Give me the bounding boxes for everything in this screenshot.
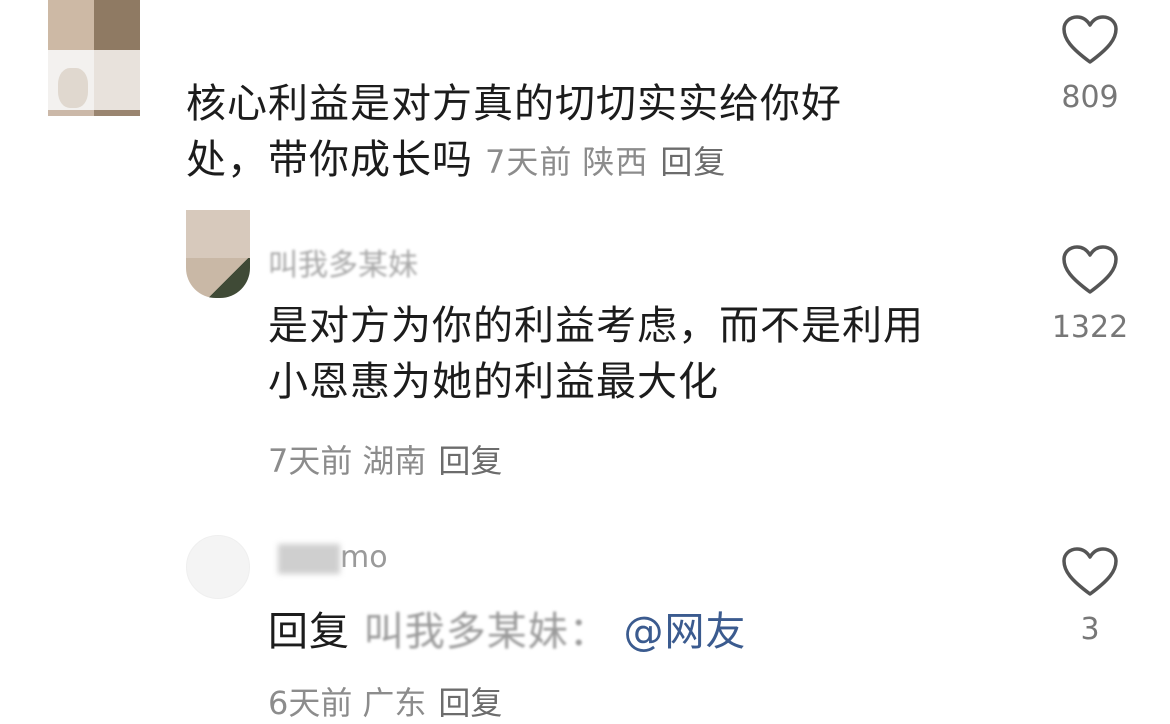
comment-text-line: 是对方为你的利益考虑，而不是利用 <box>268 303 924 349</box>
reply-button[interactable]: 回复 <box>660 143 726 181</box>
comment-location: 湖南 <box>362 442 427 480</box>
comment-text-line: 处，带你成长吗 <box>186 137 473 183</box>
comment-text: 回复 叫我多某妹： @网友 <box>268 604 746 660</box>
comment-location: 陕西 <box>582 143 649 181</box>
heart-icon <box>1062 245 1118 294</box>
avatar[interactable] <box>186 535 250 599</box>
comment-location: 广东 <box>362 684 427 722</box>
avatar[interactable] <box>186 210 250 298</box>
like-count: 809 <box>1061 80 1119 115</box>
mention-link[interactable]: @网友 <box>623 609 746 655</box>
comment-time: 6天前 <box>268 684 353 722</box>
reply-button[interactable]: 回复 <box>438 442 502 480</box>
comment-meta: 7天前 湖南 回复 <box>268 436 502 482</box>
comment-text: 是对方为你的利益考虑，而不是利用 小恩惠为她的利益最大化 <box>268 298 924 410</box>
comment-username[interactable]: mo <box>278 540 388 575</box>
like-button[interactable]: 809 <box>1050 14 1130 115</box>
comment-time: 7天前 <box>485 143 573 181</box>
like-count: 3 <box>1080 612 1100 647</box>
comment-text-line: 核心利益是对方真的切切实实给你好 <box>186 81 842 127</box>
heart-icon <box>1062 15 1118 64</box>
like-button[interactable]: 1322 <box>1050 244 1130 345</box>
comment-username[interactable]: 叫我多某妹 <box>268 240 418 284</box>
comment-username-text: mo <box>340 540 388 575</box>
like-count: 1322 <box>1051 310 1129 345</box>
blurred-name-part <box>278 543 340 574</box>
comment-meta: 6天前 广东 回复 <box>268 678 502 724</box>
comment-time: 7天前 <box>268 442 353 480</box>
reply-button[interactable]: 回复 <box>438 684 502 722</box>
heart-icon <box>1062 547 1118 596</box>
reply-target-name[interactable]: 叫我多某妹： <box>364 609 610 655</box>
comment-meta: 7天前 陕西 回复 <box>485 143 726 181</box>
comment-text-line: 小恩惠为她的利益最大化 <box>268 359 719 405</box>
comment-text: 核心利益是对方真的切切实实给你好 处，带你成长吗 7天前 陕西 回复 <box>186 76 842 190</box>
reply-prefix: 回复 <box>268 609 350 655</box>
avatar[interactable] <box>48 0 158 116</box>
like-button[interactable]: 3 <box>1050 546 1130 647</box>
